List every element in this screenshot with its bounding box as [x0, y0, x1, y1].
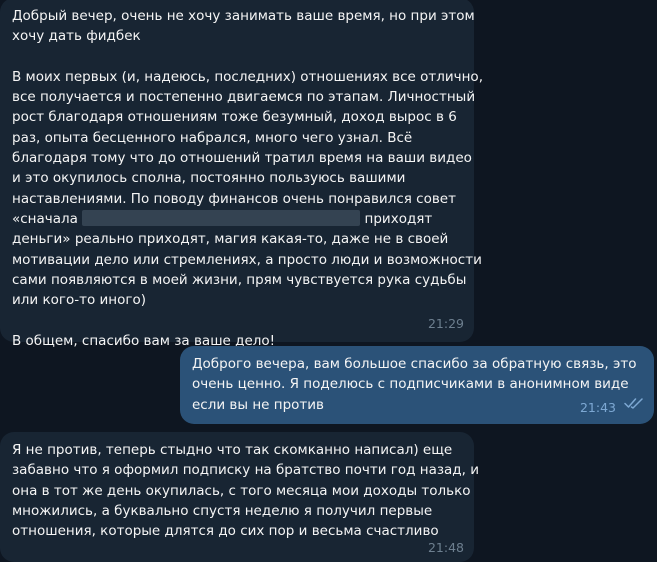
message-text-line: наставлениями. По поводу финансов очень …: [12, 190, 456, 207]
message-text-line: Я не против, теперь стыдно что так скомк…: [12, 442, 453, 458]
redacted-after: приходят: [364, 210, 433, 227]
message-text-line: очень ценно. Я поделюсь с подписчиками в…: [192, 376, 629, 393]
message-text-line: раз, опыта бесценного набрался, много че…: [12, 129, 413, 146]
message-text-line: мотивации дело или стремлениях, а просто…: [12, 251, 482, 268]
message-time: 21:43: [579, 399, 616, 415]
message-text-line: благодаря тому что до отношений тратил в…: [12, 150, 472, 167]
message-text-line-redacted: «сначала приходят: [12, 209, 462, 229]
message-text-line: все получается и постепенно двигаемся по…: [12, 89, 476, 106]
message-text-line: Добрый вечер, очень не хочу занимать ваш…: [12, 8, 475, 24]
message-text-line: если вы не против: [192, 396, 325, 413]
message-text-line: рост благодаря отношениям тоже безумный,…: [12, 109, 457, 126]
message-time: 21:48: [427, 540, 464, 555]
message-text-line: или кого-то иного): [12, 292, 146, 309]
message-text-line: деньги» реально приходят, магия какая-то…: [12, 231, 449, 248]
redacted-before: «сначала: [12, 210, 78, 227]
message-text-line: отношения, которые длятся до сих пор и в…: [12, 523, 439, 540]
message-text-line: Доброго вечера, вам большое спасибо за о…: [192, 356, 637, 372]
message-text-line: хочу дать фидбек: [12, 28, 141, 45]
redacted-blur: [82, 209, 361, 226]
message-time: 21:29: [427, 315, 464, 331]
message-text-line: и это окупилось сполна, постоянно пользу…: [12, 170, 406, 187]
message-bubble-incoming[interactable]: Добрый вечер, очень не хочу занимать ваш…: [0, 0, 483, 349]
message-text-line: множились, а буквально спустя неделю я п…: [12, 502, 433, 519]
message-bubble-incoming[interactable]: Я не против, теперь стыдно что так скомк…: [0, 432, 479, 562]
message-bubble-outgoing[interactable]: Доброго вечера, вам большое спасибо за о…: [180, 346, 654, 424]
message-text-line: она в тот же день окупилась, с того меся…: [12, 482, 471, 499]
message-text-line: сами появляются в моей жизни, прям чувст…: [12, 271, 467, 288]
double-check-icon: [624, 395, 644, 415]
message-text-line: забавно что я оформил подписку на братст…: [12, 462, 479, 479]
message-text-line: В моих первых (и, надеюсь, последних) от…: [12, 68, 483, 85]
